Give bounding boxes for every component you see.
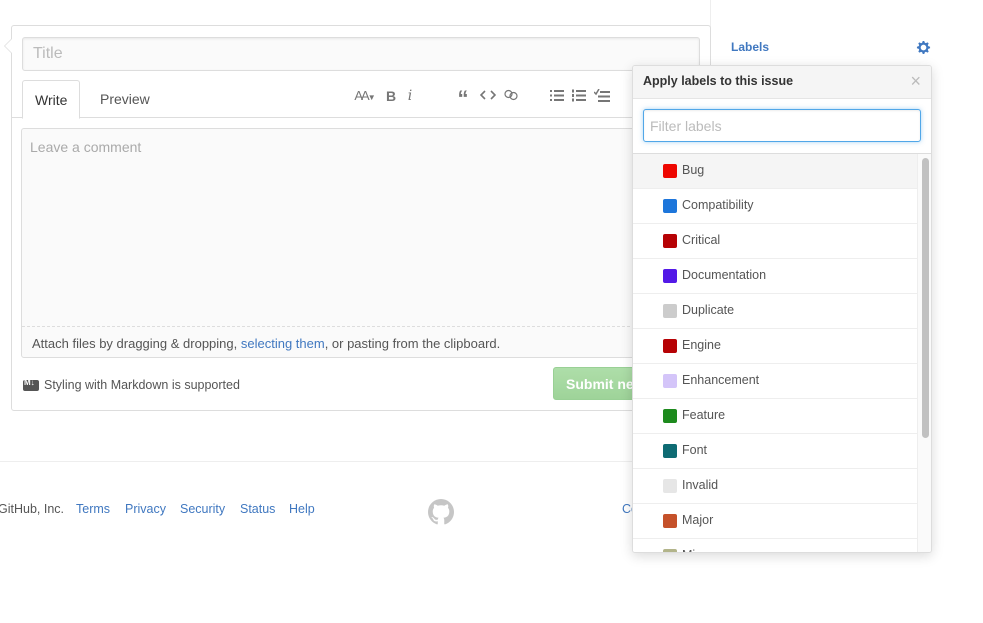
label-name: Critical: [682, 233, 721, 247]
link-icon: [504, 89, 518, 101]
label-item[interactable]: Enhancement: [633, 364, 917, 399]
label-color-swatch: [663, 374, 677, 388]
label-item[interactable]: Duplicate: [633, 294, 917, 329]
label-item[interactable]: Engine: [633, 329, 917, 364]
new-issue-form: Write Preview AA▼ B i “ Attach files by …: [4, 25, 711, 411]
comment-box: Attach files by dragging & dropping, sel…: [21, 128, 701, 358]
scrollbar-thumb[interactable]: [922, 158, 929, 438]
footer-divider: [0, 461, 680, 462]
markdown-note-text: Styling with Markdown is supported: [44, 378, 240, 392]
label-name: Duplicate: [682, 303, 735, 317]
label-name: Engine: [682, 338, 721, 352]
label-name: Bug: [682, 163, 705, 177]
label-color-swatch: [663, 514, 677, 528]
quote-icon: “: [457, 86, 469, 111]
italic-button[interactable]: i: [404, 86, 416, 106]
footer-link-privacy[interactable]: Privacy: [125, 502, 166, 516]
footer-link-status[interactable]: Status: [240, 502, 275, 516]
label-color-swatch: [663, 409, 677, 423]
markdown-note[interactable]: Styling with Markdown is supported: [23, 378, 240, 392]
label-color-swatch: [663, 304, 677, 318]
label-name: Invalid: [682, 478, 719, 492]
label-name: Minor: [682, 548, 713, 552]
label-color-swatch: [663, 199, 677, 213]
task-list-icon: [594, 89, 610, 102]
unordered-list-icon: [550, 90, 564, 101]
label-name: Enhancement: [682, 373, 760, 387]
label-name: Feature: [682, 408, 726, 422]
code-button[interactable]: [480, 86, 496, 106]
link-button[interactable]: [503, 86, 519, 106]
text-size-icon: AA▼: [354, 88, 376, 103]
filter-labels-input[interactable]: [643, 109, 921, 142]
gear-icon[interactable]: [916, 40, 931, 60]
label-color-swatch: [663, 444, 677, 458]
sidebar-labels-heading[interactable]: Labels: [731, 40, 769, 54]
code-icon: [480, 90, 496, 100]
label-item[interactable]: Critical: [633, 224, 917, 259]
footer-link-security[interactable]: Security: [180, 502, 225, 516]
label-name: Documentation: [682, 268, 767, 282]
label-item[interactable]: Bug: [633, 154, 917, 189]
label-color-swatch: [663, 479, 677, 493]
label-color-swatch: [663, 164, 677, 178]
ordered-list-button[interactable]: [572, 86, 588, 106]
footer-link-help[interactable]: Help: [289, 502, 315, 516]
label-item[interactable]: Documentation: [633, 259, 917, 294]
unordered-list-button[interactable]: [550, 86, 566, 106]
attach-text-before: Attach files by dragging & dropping,: [32, 336, 241, 351]
italic-icon: i: [407, 88, 413, 104]
quote-button[interactable]: “: [455, 86, 471, 111]
footer-copyright: GitHub, Inc.: [0, 502, 64, 516]
label-name: Major: [682, 513, 714, 527]
label-color-swatch: [663, 549, 677, 552]
markdown-icon: [23, 378, 39, 391]
label-name: Compatibility: [682, 198, 754, 212]
popover-header: Apply labels to this issue ×: [633, 66, 931, 99]
label-item[interactable]: Compatibility: [633, 189, 917, 224]
label-color-swatch: [663, 339, 677, 353]
tab-preview[interactable]: Preview: [88, 80, 162, 118]
label-item[interactable]: Feature: [633, 399, 917, 434]
attach-text-after: , or pasting from the clipboard.: [324, 336, 501, 351]
filter-section: [633, 99, 931, 154]
label-list-scrollbar[interactable]: [917, 154, 931, 552]
github-logo-icon[interactable]: [428, 499, 454, 530]
ordered-list-icon: [572, 89, 586, 102]
label-item[interactable]: Minor: [633, 539, 917, 552]
label-item[interactable]: Major: [633, 504, 917, 539]
text-size-button[interactable]: AA▼: [350, 86, 380, 106]
label-item[interactable]: Invalid: [633, 469, 917, 504]
label-color-swatch: [663, 234, 677, 248]
attach-files-hint: Attach files by dragging & dropping, sel…: [32, 336, 500, 351]
label-color-swatch: [663, 269, 677, 283]
label-name: Font: [682, 443, 708, 457]
select-files-link[interactable]: selecting them: [241, 336, 325, 351]
label-list: Bug Compatibility Critical Documentation Dup…: [633, 154, 917, 552]
bold-button[interactable]: B: [384, 86, 398, 106]
popover-title: Apply labels to this issue: [643, 74, 794, 88]
tab-write[interactable]: Write: [22, 80, 81, 119]
label-item[interactable]: Font: [633, 434, 917, 469]
footer-link-terms[interactable]: Terms: [76, 502, 110, 516]
title-input[interactable]: [22, 37, 700, 71]
task-list-button[interactable]: [594, 86, 610, 106]
bold-icon: B: [385, 88, 397, 104]
close-icon[interactable]: ×: [910, 72, 921, 90]
labels-popover: Apply labels to this issue × Bug Compatib…: [632, 65, 932, 553]
comment-textarea[interactable]: [22, 129, 700, 327]
